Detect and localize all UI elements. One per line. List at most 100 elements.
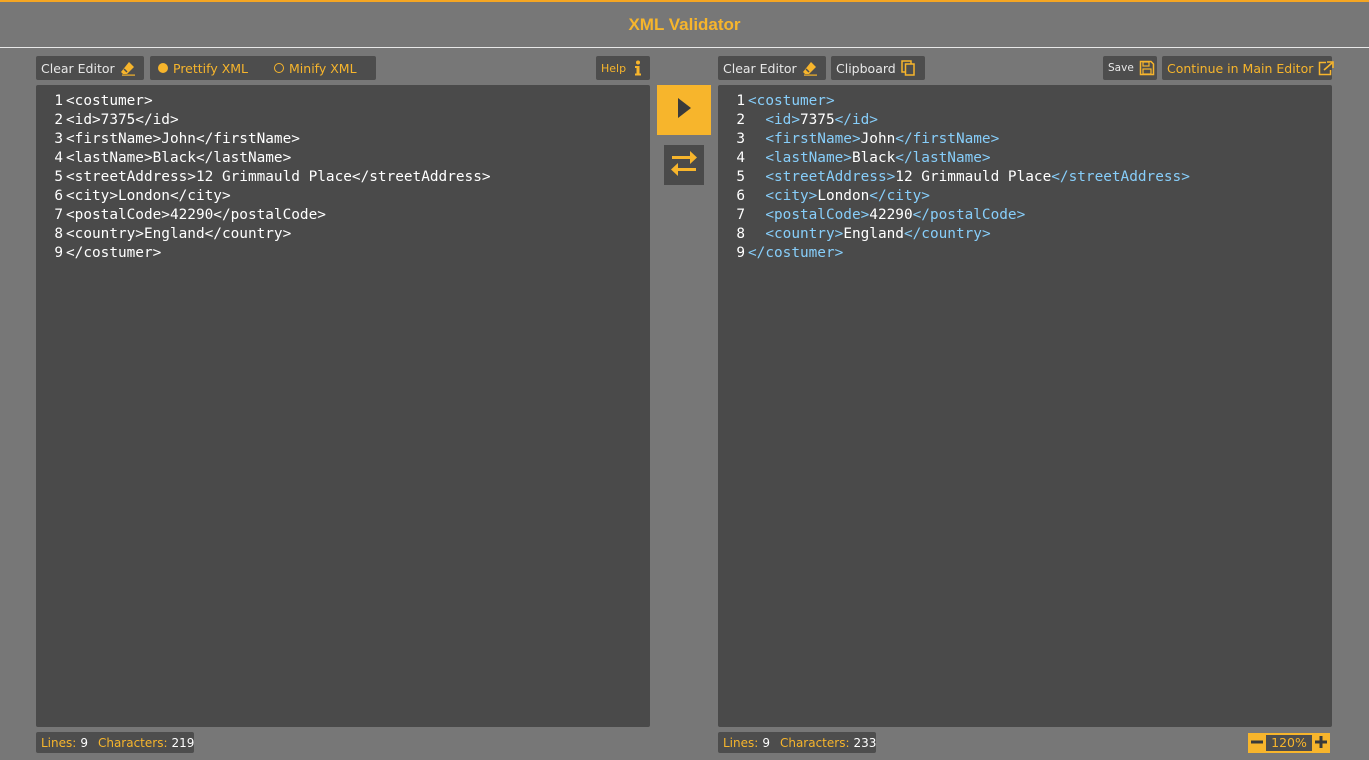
right-clear-editor-button[interactable]: Clear Editor <box>718 56 826 80</box>
open-tag: <id> <box>765 112 800 128</box>
line-number: 2 <box>54 112 63 128</box>
close-tag: </country> <box>903 226 991 242</box>
close-tag: </streetAddress> <box>1051 169 1190 185</box>
output-code-line: 7 <postalCode> 42290 </postalCode> <box>718 206 1332 225</box>
input-code-line: 7 <postalCode>42290</postalCode> <box>36 206 650 225</box>
close-tag: </id> <box>834 112 878 128</box>
open-tag: <firstName> <box>765 131 861 147</box>
output-lines-value: 9 <box>762 735 770 750</box>
help-button[interactable]: Help <box>596 56 650 80</box>
line-number: 8 <box>736 226 745 242</box>
open-tag: <costumer> <box>748 93 835 109</box>
input-code[interactable]: 1 <costumer> 2 <id>7375</id> 3 <firstName>Joh… <box>36 92 650 263</box>
output-status-bar: Lines: 9 Characters: 233 <box>718 732 876 753</box>
right-clear-editor-label: Clear Editor <box>723 60 797 76</box>
zoom-in-button[interactable] <box>1312 732 1330 753</box>
tag-value: 42290 <box>869 207 913 223</box>
line-number: 5 <box>54 169 63 185</box>
input-code-line: 5 <streetAddress>12 Grimmauld Place</stre… <box>36 168 650 187</box>
left-clear-editor-button[interactable]: Clear Editor <box>36 56 144 80</box>
line-number: 4 <box>54 150 63 166</box>
line-number: 7 <box>736 207 745 223</box>
line-number: 3 <box>54 131 63 147</box>
line-number: 9 <box>736 245 745 261</box>
output-chars-value: 233 <box>853 735 877 750</box>
minify-radio-dot <box>274 63 285 73</box>
output-code-line: 1 <costumer> <box>718 92 1332 111</box>
open-tag: </costumer> <box>748 245 844 261</box>
input-lines-value: 9 <box>80 735 88 750</box>
output-chars-label: Characters: <box>779 735 850 750</box>
line-number: 4 <box>736 150 745 166</box>
save-icon <box>1139 60 1155 76</box>
line-text: <city>London</city> <box>66 188 231 204</box>
format-mode-group: Prettify XML Minify XML <box>150 56 376 80</box>
output-code-line: 9 </costumer> <box>718 244 1332 263</box>
plus-icon <box>1315 733 1327 752</box>
prettify-radio[interactable]: Prettify XML <box>158 61 248 76</box>
output-code-line: 2 <id> 7375 </id> <box>718 111 1332 130</box>
zoom-out-button[interactable] <box>1248 732 1266 753</box>
close-tag: </city> <box>869 188 930 204</box>
page-title: XML Validator <box>628 14 741 34</box>
tag-value: 7375 <box>799 112 835 128</box>
line-text: <costumer> <box>66 93 153 109</box>
input-chars-label: Characters: <box>97 735 168 750</box>
input-code-line: 4 <lastName>Black</lastName> <box>36 149 650 168</box>
input-code-line: 8 <country>England</country> <box>36 225 650 244</box>
line-number: 7 <box>54 207 63 223</box>
tag-value: 12 Grimmauld Place <box>895 169 1052 185</box>
minify-label: Minify XML <box>289 60 357 76</box>
line-number: 6 <box>54 188 63 204</box>
input-code-line: 2 <id>7375</id> <box>36 111 650 130</box>
open-tag: <city> <box>765 188 818 204</box>
swap-editors-button[interactable] <box>664 145 704 185</box>
output-code[interactable]: 1 <costumer> 2 <id> 7375 </id> 3 <firstName> J… <box>718 92 1332 263</box>
minify-radio[interactable]: Minify XML <box>274 61 357 76</box>
line-number: 3 <box>736 131 745 147</box>
line-text: <postalCode>42290</postalCode> <box>66 207 326 223</box>
swap-icon <box>669 148 699 182</box>
input-status-bar: Lines: 9 Characters: 219 <box>36 732 194 753</box>
prettify-radio-dot <box>158 63 168 73</box>
close-tag: </firstName> <box>895 131 1000 147</box>
continue-label: Continue in Main Editor <box>1167 60 1314 76</box>
line-number: 9 <box>54 245 63 261</box>
line-number: 5 <box>736 169 745 185</box>
close-tag: </postalCode> <box>912 207 1026 223</box>
open-tag: <country> <box>765 226 844 242</box>
input-lines-label: Lines: <box>41 735 77 750</box>
input-chars-value: 219 <box>171 735 195 750</box>
tag-value: England <box>843 226 904 242</box>
output-code-line: 8 <country> England </country> <box>718 225 1332 244</box>
eraser-icon <box>120 60 136 76</box>
prettify-label: Prettify XML <box>173 60 249 76</box>
input-editor[interactable]: 1 <costumer> 2 <id>7375</id> 3 <firstName>Joh… <box>36 85 650 727</box>
output-code-line: 6 <city> London </city> <box>718 187 1332 206</box>
tag-value: Black <box>851 150 896 166</box>
open-tag: <postalCode> <box>765 207 870 223</box>
eraser-icon <box>802 60 818 76</box>
clipboard-button[interactable]: Clipboard <box>831 56 925 80</box>
line-text: <streetAddress>12 Grimmauld Place</stree… <box>66 169 491 185</box>
input-code-line: 3 <firstName>John</firstName> <box>36 130 650 149</box>
output-lines-label: Lines: <box>723 735 759 750</box>
zoom-level: 120% <box>1266 732 1312 753</box>
continue-main-editor-button[interactable]: Continue in Main Editor <box>1162 56 1335 80</box>
line-text: </costumer> <box>66 245 162 261</box>
validate-run-button[interactable] <box>657 85 711 135</box>
info-icon <box>634 60 642 76</box>
output-editor[interactable]: 1 <costumer> 2 <id> 7375 </id> 3 <firstName> J… <box>718 85 1332 727</box>
output-code-line: 3 <firstName> John </firstName> <box>718 130 1332 149</box>
save-button[interactable]: Save <box>1103 56 1157 80</box>
input-code-line: 6 <city>London</city> <box>36 187 650 206</box>
clipboard-label: Clipboard <box>836 60 896 76</box>
line-number: 8 <box>54 226 63 242</box>
